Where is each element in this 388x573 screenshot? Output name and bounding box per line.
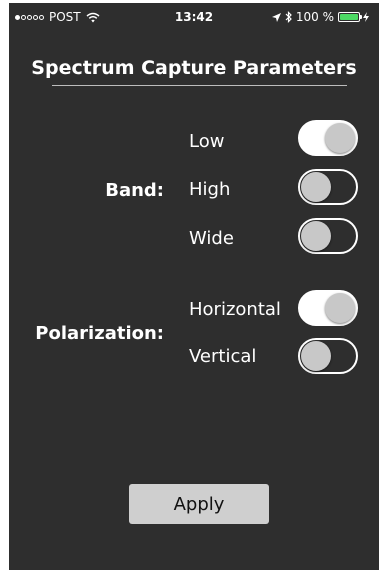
title-divider <box>52 85 347 86</box>
status-bar: POST 13:42 100 % <box>9 3 379 31</box>
bluetooth-icon <box>285 11 292 23</box>
apply-button[interactable]: Apply <box>129 484 269 524</box>
band-wide-toggle[interactable] <box>298 218 358 254</box>
toggle-knob <box>301 221 331 251</box>
location-arrow-icon <box>271 12 281 22</box>
app-screen: POST 13:42 100 % Spectrum Capture Parame… <box>9 3 379 570</box>
polarization-option-horizontal-label: Horizontal <box>189 299 281 320</box>
polarization-vertical-toggle[interactable] <box>298 338 358 374</box>
toggle-knob <box>325 123 355 153</box>
band-option-wide-label: Wide <box>189 228 234 249</box>
polarization-horizontal-toggle[interactable] <box>298 290 358 326</box>
band-low-toggle[interactable] <box>298 120 358 156</box>
band-option-high-label: High <box>189 179 231 200</box>
band-option-low-label: Low <box>189 131 225 152</box>
band-label: Band: <box>105 180 164 201</box>
polarization-label: Polarization: <box>35 323 164 344</box>
polarization-option-vertical-label: Vertical <box>189 346 257 367</box>
toggle-knob <box>301 341 331 371</box>
status-right: 100 % <box>271 10 373 24</box>
page-title: Spectrum Capture Parameters <box>31 57 357 79</box>
battery-level <box>340 14 358 20</box>
toggle-knob <box>301 172 331 202</box>
charging-icon <box>363 12 369 22</box>
battery-icon <box>338 12 362 22</box>
toggle-knob <box>325 293 355 323</box>
battery-percent: 100 % <box>295 10 334 24</box>
band-high-toggle[interactable] <box>298 169 358 205</box>
